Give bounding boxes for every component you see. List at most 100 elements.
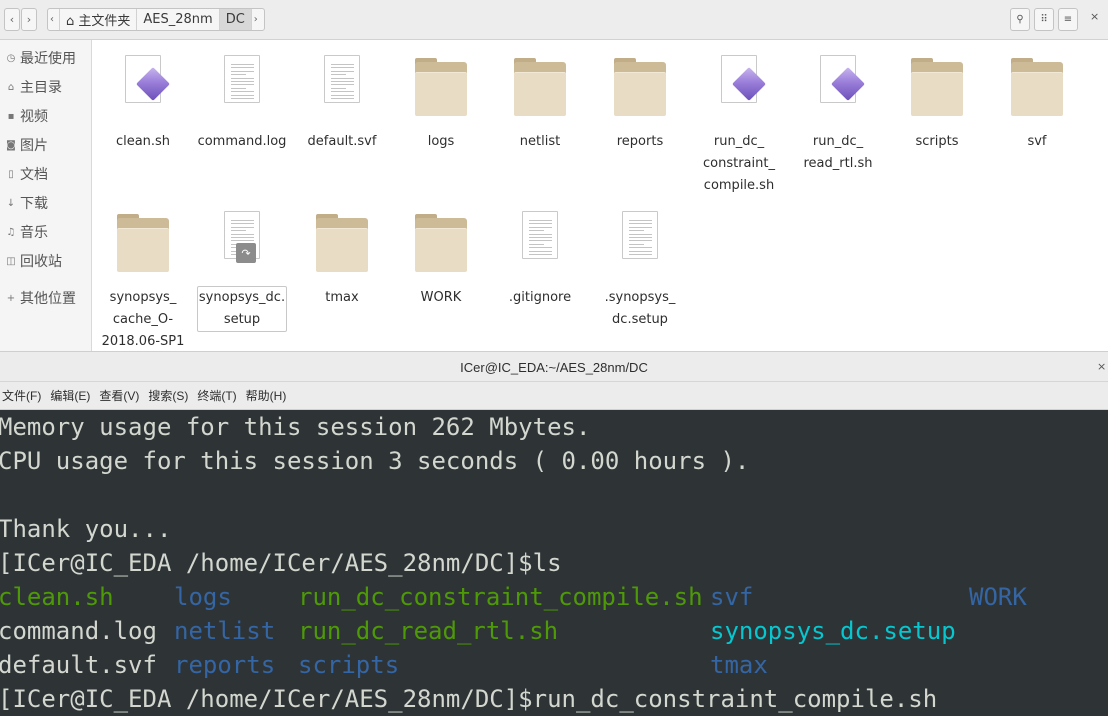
file-item[interactable]: default.svf bbox=[294, 52, 390, 153]
file-name: synopsys_dc.setup bbox=[197, 286, 287, 332]
plus-icon: + bbox=[6, 292, 16, 304]
ls-entry: logs bbox=[174, 583, 232, 611]
file-name-line: setup bbox=[223, 312, 261, 327]
file-manager-window: ‹ › ‹ ⌂ 主文件夹 AES_28nm DC › ⚲ ⠿ ≡ × ◷ 最近使用… bbox=[0, 0, 1108, 351]
terminal-line: CPU usage for this session 3 seconds ( 0… bbox=[0, 447, 750, 475]
file-item[interactable]: netlist bbox=[492, 52, 588, 153]
menu-item-1[interactable]: 编辑(E) bbox=[50, 387, 90, 404]
file-name-line: reports bbox=[616, 134, 664, 149]
file-item[interactable]: .gitignore bbox=[492, 208, 588, 309]
file-item[interactable]: reports bbox=[592, 52, 688, 153]
ls-entry: WORK bbox=[969, 583, 1027, 611]
file-name: run_dc_ read_rtl.sh bbox=[790, 131, 886, 175]
menu-item-4[interactable]: 终端(T) bbox=[197, 387, 236, 404]
terminal-line: Memory usage for this session 262 Mbytes… bbox=[0, 413, 591, 441]
terminal-line: [ICer@IC_EDA /home/ICer/AES_28nm/DC]$ls bbox=[0, 549, 562, 577]
path-segment-home[interactable]: ⌂ 主文件夹 bbox=[60, 9, 138, 30]
file-name: .synopsys_ dc.setup bbox=[592, 287, 688, 331]
ls-entry: reports bbox=[174, 651, 276, 679]
sidebar-item-music[interactable]: ♫ 音乐 bbox=[4, 221, 48, 243]
file-name-line: 2018.06-SP1 bbox=[101, 334, 185, 349]
ls-output-row: command.log netlist run_dc_read_rtl.sh syno… bbox=[0, 614, 1108, 648]
file-item[interactable]: run_dc_ read_rtl.sh bbox=[790, 52, 886, 175]
file-item[interactable]: command.log bbox=[194, 52, 290, 153]
terminal-window: ICer@IC_EDA:~/AES_28nm/DC × 文件(F) 编辑(E) 查看… bbox=[0, 351, 1108, 716]
sidebar-item-download[interactable]: ↓ 下载 bbox=[4, 192, 48, 214]
file-name-line: svf bbox=[1027, 134, 1047, 149]
sidebar-item-document[interactable]: ▯ 文档 bbox=[4, 163, 48, 185]
path-segment-aes[interactable]: AES_28nm bbox=[137, 9, 220, 30]
file-name-line: scripts bbox=[915, 134, 959, 149]
terminal-line: Thank you... bbox=[0, 515, 172, 543]
ls-entry: clean.sh bbox=[0, 583, 114, 611]
document-icon: ▯ bbox=[8, 168, 14, 180]
script-file-icon bbox=[115, 52, 171, 122]
file-name-line: run_dc_ bbox=[713, 134, 765, 149]
sidebar-item-label: 下载 bbox=[20, 196, 48, 212]
file-item[interactable]: .synopsys_ dc.setup bbox=[592, 208, 688, 331]
file-name: svf bbox=[989, 131, 1085, 153]
sidebar-item-home[interactable]: ⌂ 主目录 bbox=[4, 76, 62, 98]
folder-icon bbox=[115, 208, 171, 278]
back-button[interactable]: ‹ bbox=[4, 8, 20, 31]
sidebar-item-clock[interactable]: ◷ 最近使用 bbox=[4, 47, 76, 69]
sidebar-item-label: 其他位置 bbox=[20, 291, 76, 307]
script-file-icon bbox=[711, 52, 767, 122]
menu-button[interactable]: ≡ bbox=[1058, 8, 1078, 31]
music-icon: ♫ bbox=[6, 226, 16, 238]
file-item[interactable]: scripts bbox=[889, 52, 985, 153]
sidebar-item-camera[interactable]: ◙ 图片 bbox=[4, 134, 48, 156]
folder-icon bbox=[512, 52, 568, 122]
menu-item-5[interactable]: 帮助(H) bbox=[246, 387, 287, 404]
ls-entry: tmax bbox=[710, 651, 768, 679]
file-name: default.svf bbox=[294, 131, 390, 153]
file-name-line: synopsys_dc. bbox=[198, 290, 286, 305]
sidebar-item-trash[interactable]: ◫ 回收站 bbox=[4, 250, 62, 272]
search-button[interactable]: ⚲ bbox=[1010, 8, 1030, 31]
symlink-badge-icon: ↷ bbox=[236, 243, 256, 263]
ls-entry: run_dc_read_rtl.sh bbox=[298, 617, 559, 645]
file-item[interactable]: WORK bbox=[393, 208, 489, 309]
file-item[interactable]: svf bbox=[989, 52, 1085, 153]
file-name: scripts bbox=[889, 131, 985, 153]
file-name: logs bbox=[393, 131, 489, 153]
file-name: command.log bbox=[194, 131, 290, 153]
close-icon[interactable]: × bbox=[1090, 10, 1099, 23]
terminal-prompt-line: [ICer@IC_EDA /home/ICer/AES_28nm/DC]$run… bbox=[0, 685, 938, 713]
path-bar: ‹ ⌂ 主文件夹 AES_28nm DC › bbox=[47, 8, 265, 31]
ls-entry: netlist bbox=[174, 617, 276, 645]
file-item[interactable]: logs bbox=[393, 52, 489, 153]
file-name: reports bbox=[592, 131, 688, 153]
home-icon: ⌂ bbox=[7, 81, 15, 93]
file-name-line: .synopsys_ bbox=[604, 290, 676, 305]
file-item[interactable]: synopsys_ cache_O- 2018.06-SP1 bbox=[95, 208, 191, 353]
file-item[interactable]: run_dc_ constraint_ compile.sh bbox=[691, 52, 787, 197]
sidebar-item-video[interactable]: ▪ 视频 bbox=[4, 105, 48, 127]
file-name: .gitignore bbox=[492, 287, 588, 309]
forward-button[interactable]: › bbox=[21, 8, 37, 31]
sidebar-item-plus[interactable]: + 其他位置 bbox=[4, 287, 76, 309]
menu-item-0[interactable]: 文件(F) bbox=[2, 387, 41, 404]
view-options-button[interactable]: ⠿ bbox=[1034, 8, 1054, 31]
file-item[interactable]: tmax bbox=[294, 208, 390, 309]
menu-item-3[interactable]: 搜索(S) bbox=[148, 387, 188, 404]
file-name: netlist bbox=[492, 131, 588, 153]
hamburger-menu-icon: ≡ bbox=[1063, 14, 1073, 25]
menu-item-2[interactable]: 查看(V) bbox=[99, 387, 139, 404]
folder-icon bbox=[413, 208, 469, 278]
close-icon[interactable]: × bbox=[1097, 360, 1106, 373]
file-name-line: tmax bbox=[325, 290, 359, 305]
file-name-line: default.svf bbox=[307, 134, 377, 149]
sidebar-item-label: 图片 bbox=[20, 138, 48, 154]
path-scroll-right-button[interactable]: › bbox=[252, 9, 264, 30]
ls-entry: scripts bbox=[298, 651, 400, 679]
ls-output-row: clean.sh logs run_dc_constraint_compile.sh… bbox=[0, 580, 1108, 614]
path-scroll-left-button[interactable]: ‹ bbox=[48, 9, 60, 30]
file-item[interactable]: ↷ synopsys_dc.setup bbox=[194, 208, 290, 332]
download-icon: ↓ bbox=[6, 197, 16, 209]
file-item[interactable]: clean.sh bbox=[95, 52, 191, 153]
file-name-line: compile.sh bbox=[703, 178, 775, 193]
terminal-output[interactable]: Memory usage for this session 262 Mbytes… bbox=[0, 410, 1108, 716]
file-name: run_dc_ constraint_ compile.sh bbox=[691, 131, 787, 197]
path-segment-dc[interactable]: DC bbox=[219, 9, 252, 30]
